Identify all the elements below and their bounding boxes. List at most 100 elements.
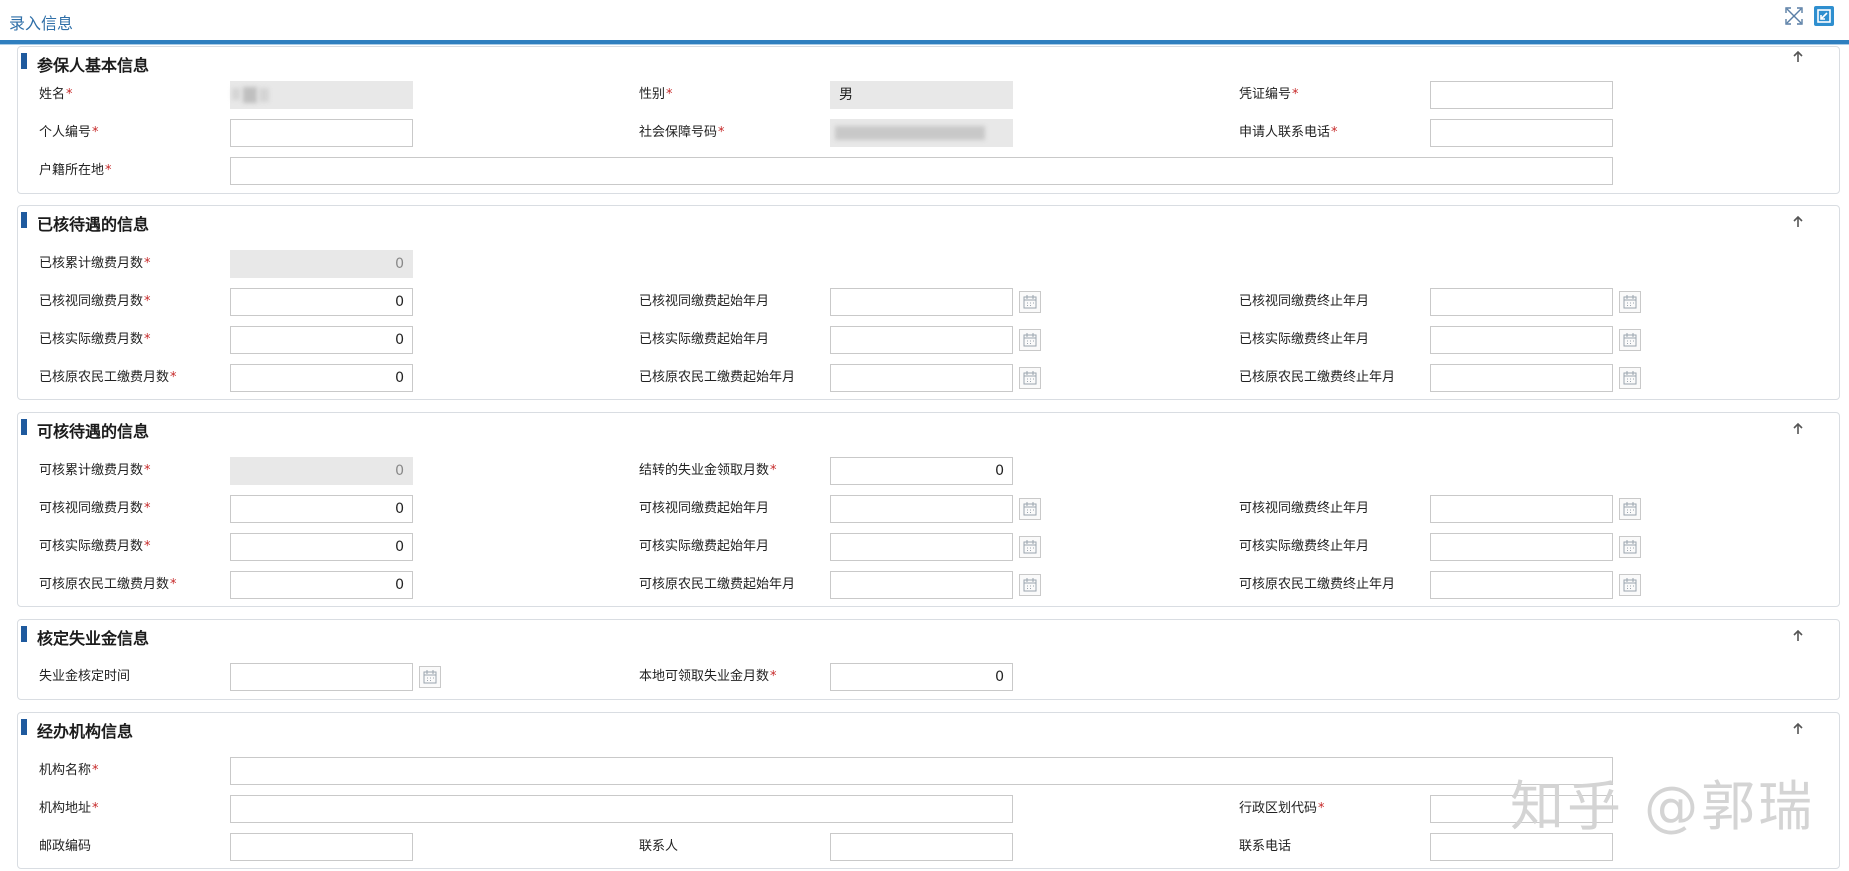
eligible-actual-months-label: 可核实际缴费月数*	[39, 539, 151, 554]
calendar-icon[interactable]	[1019, 574, 1041, 596]
approved-actual-start-label: 已核实际缴费起始年月	[639, 332, 770, 347]
top-bar: 录入信息	[0, 0, 1849, 45]
calendar-icon[interactable]	[1619, 498, 1641, 520]
calendar-icon[interactable]	[1019, 498, 1041, 520]
calendar-icon[interactable]	[1619, 291, 1641, 313]
calendar-icon[interactable]	[419, 666, 441, 688]
domicile-input[interactable]	[230, 157, 1613, 185]
calendar-icon[interactable]	[1019, 367, 1041, 389]
approved-migrant-months-input[interactable]: 0	[230, 364, 413, 392]
calendar-icon[interactable]	[1619, 536, 1641, 558]
carryover-months-label: 结转的失业金领取月数*	[639, 463, 777, 478]
section-basic-info: 参保人基本信息 姓名* 性别* 男 凭证编号* 个人编号* 社会保障号码* 申请…	[17, 46, 1840, 194]
section-approved-benefits: 已核待遇的信息 已核累计缴费月数* 0 已核视同缴费月数* 0 已核视同缴费起始…	[17, 205, 1840, 400]
approved-total-months-label: 已核累计缴费月数*	[39, 256, 151, 271]
org-address-label: 机构地址*	[39, 801, 99, 816]
eligible-actual-start-label: 可核实际缴费起始年月	[639, 539, 770, 554]
arrow-up-icon[interactable]	[1788, 626, 1808, 646]
gender-label: 性别*	[639, 87, 673, 102]
phone-label: 申请人联系电话*	[1239, 125, 1338, 140]
eligible-actual-months-input[interactable]: 0	[230, 533, 413, 561]
carryover-months-input[interactable]: 0	[830, 457, 1013, 485]
approved-deemed-end-input[interactable]	[1430, 288, 1613, 316]
fullscreen-icon[interactable]	[1784, 6, 1804, 26]
approved-actual-months-label: 已核实际缴费月数*	[39, 332, 151, 347]
section-title: 核定失业金信息	[37, 629, 150, 648]
page-title: 录入信息	[9, 14, 74, 33]
approved-actual-start-input[interactable]	[830, 326, 1013, 354]
approved-deemed-months-label: 已核视同缴费月数*	[39, 294, 151, 309]
section-marker	[21, 626, 27, 642]
approval-date-input[interactable]	[230, 663, 413, 691]
phone-input[interactable]	[1430, 119, 1613, 147]
approved-migrant-start-label: 已核原农民工缴费起始年月	[639, 370, 796, 385]
eligible-deemed-months-input[interactable]: 0	[230, 495, 413, 523]
section-eligible-benefits: 可核待遇的信息 可核累计缴费月数* 0 结转的失业金领取月数* 0 可核视同缴费…	[17, 412, 1840, 607]
eligible-migrant-end-input[interactable]	[1430, 571, 1613, 599]
name-field	[230, 81, 413, 109]
contact-label: 联系人	[639, 839, 679, 854]
approved-total-months-field: 0	[230, 250, 413, 278]
org-address-input[interactable]	[230, 795, 1013, 823]
calendar-icon[interactable]	[1019, 291, 1041, 313]
approved-deemed-months-input[interactable]: 0	[230, 288, 413, 316]
calendar-icon[interactable]	[1619, 329, 1641, 351]
eligible-migrant-start-input[interactable]	[830, 571, 1013, 599]
arrow-up-icon[interactable]	[1788, 419, 1808, 439]
eligible-migrant-months-input[interactable]: 0	[230, 571, 413, 599]
section-marker	[21, 719, 27, 735]
eligible-deemed-months-label: 可核视同缴费月数*	[39, 501, 151, 516]
calendar-icon[interactable]	[1019, 536, 1041, 558]
eligible-deemed-start-input[interactable]	[830, 495, 1013, 523]
section-title: 可核待遇的信息	[37, 422, 150, 441]
approved-deemed-start-label: 已核视同缴费起始年月	[639, 294, 770, 309]
approved-migrant-start-input[interactable]	[830, 364, 1013, 392]
local-months-input[interactable]: 0	[830, 663, 1013, 691]
eligible-migrant-start-label: 可核原农民工缴费起始年月	[639, 577, 796, 592]
arrow-up-icon[interactable]	[1788, 719, 1808, 739]
calendar-icon[interactable]	[1019, 329, 1041, 351]
eligible-deemed-end-label: 可核视同缴费终止年月	[1239, 501, 1370, 516]
watermark: 知乎 @郭瑞	[1510, 775, 1816, 838]
calendar-icon[interactable]	[1619, 367, 1641, 389]
section-marker	[21, 419, 27, 435]
header-divider-light	[0, 44, 1849, 45]
arrow-up-icon[interactable]	[1788, 212, 1808, 232]
org-name-label: 机构名称*	[39, 763, 99, 778]
section-title: 经办机构信息	[37, 722, 134, 741]
name-label: 姓名*	[39, 87, 73, 102]
org-name-input[interactable]	[230, 757, 1613, 785]
ssn-label: 社会保障号码*	[639, 125, 725, 140]
section-title: 已核待遇的信息	[37, 215, 150, 234]
calendar-icon[interactable]	[1619, 574, 1641, 596]
approved-migrant-months-label: 已核原农民工缴费月数*	[39, 370, 177, 385]
eligible-actual-end-label: 可核实际缴费终止年月	[1239, 539, 1370, 554]
eligible-migrant-months-label: 可核原农民工缴费月数*	[39, 577, 177, 592]
section-benefit-approval: 核定失业金信息 失业金核定时间 本地可领取失业金月数* 0	[17, 619, 1840, 700]
approved-actual-end-input[interactable]	[1430, 326, 1613, 354]
approved-migrant-end-input[interactable]	[1430, 364, 1613, 392]
exit-icon[interactable]	[1814, 6, 1834, 26]
eligible-actual-end-input[interactable]	[1430, 533, 1613, 561]
approved-migrant-end-label: 已核原农民工缴费终止年月	[1239, 370, 1396, 385]
voucher-no-label: 凭证编号*	[1239, 87, 1299, 102]
voucher-no-input[interactable]	[1430, 81, 1613, 109]
ssn-field	[830, 119, 1013, 147]
region-code-label: 行政区划代码*	[1239, 801, 1325, 816]
approved-actual-end-label: 已核实际缴费终止年月	[1239, 332, 1370, 347]
contact-phone-label: 联系电话	[1239, 839, 1292, 854]
personal-no-label: 个人编号*	[39, 125, 99, 140]
eligible-deemed-end-input[interactable]	[1430, 495, 1613, 523]
gender-field: 男	[830, 81, 1013, 109]
section-title: 参保人基本信息	[37, 56, 150, 75]
contact-input[interactable]	[830, 833, 1013, 861]
personal-no-input[interactable]	[230, 119, 413, 147]
postal-code-input[interactable]	[230, 833, 413, 861]
eligible-actual-start-input[interactable]	[830, 533, 1013, 561]
approved-deemed-start-input[interactable]	[830, 288, 1013, 316]
eligible-total-months-field: 0	[230, 457, 413, 485]
approved-deemed-end-label: 已核视同缴费终止年月	[1239, 294, 1370, 309]
approval-date-label: 失业金核定时间	[39, 669, 131, 684]
arrow-up-icon[interactable]	[1788, 47, 1808, 67]
approved-actual-months-input[interactable]: 0	[230, 326, 413, 354]
